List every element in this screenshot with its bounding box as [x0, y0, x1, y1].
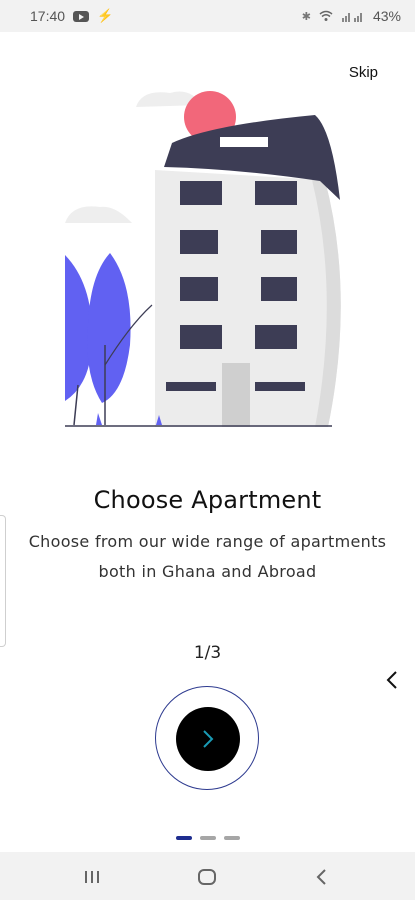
description-line: both in Ghana and Abroad — [98, 562, 317, 581]
battery-percent: 43% — [372, 8, 401, 24]
page-dot-active — [176, 836, 192, 840]
status-right: ✱ 43% — [302, 8, 401, 24]
building-window — [261, 230, 297, 254]
status-time: 17:40 — [30, 8, 66, 24]
status-bar: 17:40 ⚡ ✱ 43% — [0, 0, 415, 32]
status-left: 17:40 ⚡ — [30, 8, 113, 24]
building-window — [180, 181, 222, 205]
building-window — [166, 382, 216, 391]
roof-window — [220, 137, 268, 147]
back-icon[interactable] — [310, 866, 334, 888]
building-window — [180, 230, 218, 254]
building-window — [255, 325, 297, 349]
building-window — [180, 277, 218, 301]
description-line: Choose from our wide range of apartments — [28, 532, 387, 551]
onboarding-description: Choose from our wide range of apartments… — [20, 527, 395, 587]
navigation-bar — [0, 852, 415, 900]
plant-shape — [96, 413, 102, 425]
edge-panel-handle[interactable] — [0, 515, 6, 647]
building-window — [180, 325, 222, 349]
chevron-left-icon[interactable] — [383, 668, 401, 692]
youtube-icon — [73, 10, 90, 22]
chevron-right-icon — [203, 730, 214, 748]
bluetooth-icon: ✱ — [301, 10, 311, 23]
page-indicator: 1/3 — [193, 643, 222, 663]
page-dots — [176, 836, 240, 840]
next-button[interactable] — [176, 707, 240, 771]
page-dot — [224, 836, 240, 840]
tree-shape — [87, 253, 131, 403]
building-window — [255, 382, 305, 391]
home-icon[interactable] — [195, 866, 219, 888]
page-dot — [200, 836, 216, 840]
charging-bolt-icon: ⚡ — [97, 8, 114, 23]
cloud-shape — [65, 206, 132, 223]
building-door — [222, 363, 250, 427]
signal-icon — [341, 13, 362, 22]
recent-apps-icon[interactable] — [80, 866, 104, 888]
apartment-illustration — [65, 91, 341, 427]
skip-button[interactable]: Skip — [349, 64, 378, 81]
onboarding-title: Choose Apartment — [93, 486, 322, 514]
building-window — [255, 181, 297, 205]
building-window — [261, 277, 297, 301]
wifi-icon — [319, 10, 333, 21]
